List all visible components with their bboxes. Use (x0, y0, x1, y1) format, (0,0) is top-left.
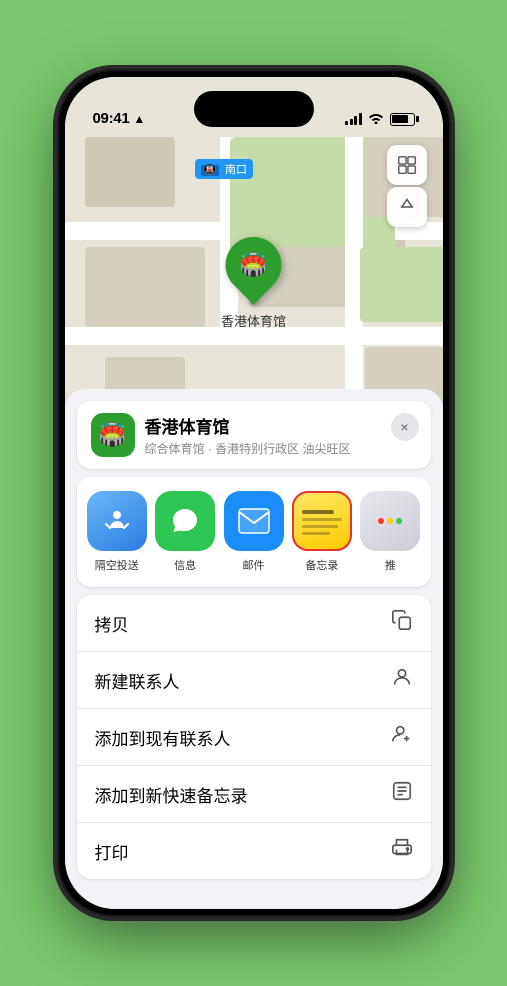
venue-name: 香港体育馆 (145, 413, 417, 438)
share-messages[interactable]: 信息 (153, 491, 217, 573)
action-list: 拷贝 新建联系人 (77, 595, 431, 879)
subway-label: 🚇 南口 (195, 159, 254, 179)
notes-label: 备忘录 (290, 557, 354, 573)
action-copy[interactable]: 拷贝 (77, 595, 431, 652)
location-arrow-icon: ▲ (133, 112, 145, 126)
more-label: 推 (358, 557, 422, 573)
action-new-contact[interactable]: 新建联系人 (77, 652, 431, 709)
copy-icon (391, 609, 413, 637)
battery-icon (390, 113, 415, 126)
mail-label: 邮件 (221, 557, 285, 573)
share-more[interactable]: 推 (358, 491, 422, 573)
share-airdrop[interactable]: 隔空投送 (85, 491, 149, 573)
phone-frame: 09:41 ▲ (59, 71, 449, 915)
printer-icon (391, 837, 413, 865)
action-add-to-notes[interactable]: 添加到新快速备忘录 (77, 766, 431, 823)
notes-icon (292, 491, 352, 551)
action-add-existing-label: 添加到现有联系人 (95, 725, 231, 750)
close-button[interactable]: × (391, 413, 419, 441)
share-notes[interactable]: 备忘录 (290, 491, 354, 573)
person-icon (391, 666, 413, 694)
status-time: 09:41 (93, 110, 130, 127)
pin-circle: 🏟️ (214, 225, 293, 304)
action-add-existing-contact[interactable]: 添加到现有联系人 (77, 709, 431, 766)
venue-subtitle: 综合体育馆 · 香港特别行政区 油尖旺区 (145, 440, 417, 457)
messages-icon (155, 491, 215, 551)
pin-label: 香港体育馆 (221, 311, 286, 330)
map-controls (387, 145, 427, 227)
venue-emoji: 🏟️ (99, 422, 126, 448)
airdrop-label: 隔空投送 (85, 557, 149, 573)
action-add-notes-label: 添加到新快速备忘录 (95, 782, 248, 807)
messages-label: 信息 (153, 557, 217, 573)
airdrop-icon (87, 491, 147, 551)
location-pin: 🏟️ 香港体育馆 (221, 237, 286, 330)
dynamic-island (194, 91, 314, 127)
location-button[interactable] (387, 187, 427, 227)
venue-icon: 🏟️ (91, 413, 135, 457)
signal-icon (345, 113, 362, 125)
action-new-contact-label: 新建联系人 (95, 668, 180, 693)
more-dots (378, 518, 402, 524)
action-print[interactable]: 打印 (77, 823, 431, 879)
venue-card: 🏟️ 香港体育馆 综合体育馆 · 香港特别行政区 油尖旺区 × (77, 401, 431, 469)
more-icon (360, 491, 420, 551)
phone-screen: 09:41 ▲ (65, 77, 443, 909)
share-row: 隔空投送 信息 (77, 477, 431, 587)
venue-info: 香港体育馆 综合体育馆 · 香港特别行政区 油尖旺区 (145, 413, 417, 457)
map-view-button[interactable] (387, 145, 427, 185)
mail-icon (224, 491, 284, 551)
share-mail[interactable]: 邮件 (221, 491, 285, 573)
pin-emoji: 🏟️ (240, 252, 267, 278)
note-icon (391, 780, 413, 808)
bottom-sheet: 🏟️ 香港体育馆 综合体育馆 · 香港特别行政区 油尖旺区 × (65, 389, 443, 909)
action-print-label: 打印 (95, 839, 129, 864)
action-copy-label: 拷贝 (95, 611, 129, 636)
person-add-icon (391, 723, 413, 751)
wifi-icon (368, 111, 384, 127)
status-icons (345, 111, 415, 127)
